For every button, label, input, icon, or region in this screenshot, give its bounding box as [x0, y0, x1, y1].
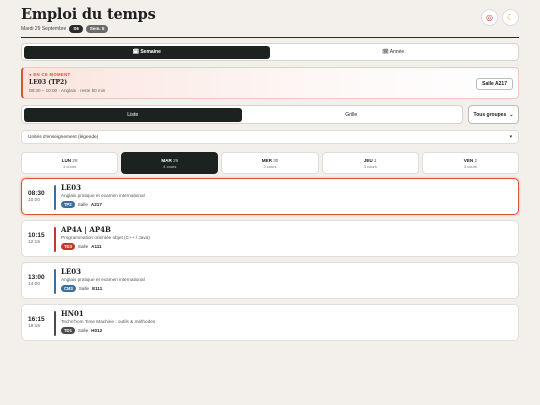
day-tab-tue[interactable]: MAR 29 4 cours	[121, 152, 219, 174]
now-course-code: LE03 (TP2)	[29, 79, 68, 86]
day-name: MER	[261, 157, 272, 163]
day-number: 28	[72, 157, 78, 163]
course-type-tag: TP2	[61, 201, 75, 208]
course-start: 10:15	[28, 232, 45, 239]
course-code: LE03	[61, 183, 81, 192]
group-select[interactable]: Tous groupes ⌄	[468, 105, 519, 124]
day-tab-thu[interactable]: JEU 1 3 cours	[321, 152, 419, 174]
day-count: 3 cours	[263, 163, 277, 169]
room-number: A111	[91, 244, 102, 249]
day-tab-wed[interactable]: MER 30 3 cours	[221, 152, 319, 174]
current-date: Mardi 29 Septembre	[21, 26, 67, 32]
course-code: AP4A | AP4B	[61, 225, 111, 234]
now-room-badge: Salle A217	[476, 78, 513, 90]
course-code: HN01	[61, 309, 84, 318]
day-count: 3 cours	[363, 163, 377, 169]
day-number: 30	[273, 157, 279, 163]
tab-list[interactable]: Liste	[23, 107, 242, 122]
tab-grid[interactable]: Grille	[242, 108, 461, 122]
page-title: Emploi du temps	[21, 6, 156, 23]
course-description: Anglais pratique et examen international	[61, 193, 145, 198]
course-description: Techn'hom Time Machine : outils & méthod…	[61, 319, 156, 324]
semester-badge: Sem. 5	[85, 25, 109, 33]
course-card[interactable]: 13:00 14:00 LE03 Anglais pratique et exa…	[21, 262, 519, 299]
course-end: 19:15	[28, 324, 41, 329]
course-end: 12:15	[28, 240, 41, 245]
course-card[interactable]: 16:15 19:15 HN01 Techn'hom Time Machine …	[21, 304, 519, 341]
chevron-down-icon: ⌄	[509, 111, 514, 118]
day-name: LUN	[61, 157, 72, 163]
page-subtitle: Mardi 29 Septembre S6 Sem. 5	[21, 25, 519, 33]
page-header: Emploi du temps Mardi 29 Septembre S6 Se…	[21, 6, 519, 38]
course-start: 08:30	[28, 190, 45, 197]
current-course-card[interactable]: ● EN CE MOMENT LE03 (TP2) 08:30 – 10:00 …	[21, 67, 519, 99]
course-description: Anglais pratique et examen international	[61, 277, 145, 282]
course-end: 10:00	[28, 198, 41, 203]
week-badge: S6	[69, 25, 83, 33]
theme-toggle-button[interactable]: ☾	[502, 9, 519, 26]
course-card[interactable]: 08:30 10:00 LE03 Anglais pratique et exa…	[21, 178, 519, 215]
room-label: Salle	[77, 244, 89, 249]
course-color-bar	[54, 227, 56, 252]
moon-icon: ☾	[506, 13, 515, 22]
course-type-tag: TD1	[61, 327, 75, 334]
room-number: E111	[92, 286, 103, 291]
tab-week[interactable]: 🗓 Semaine	[23, 45, 270, 59]
course-color-bar	[54, 185, 56, 210]
period-toggle: 🗓 Semaine 🗓 Année	[21, 43, 519, 61]
room-label: Salle	[77, 328, 89, 333]
course-end: 14:00	[28, 282, 41, 287]
day-tab-mon[interactable]: LUN 28 3 cours	[21, 152, 119, 174]
course-card[interactable]: 10:15 12:15 AP4A | AP4B Programmation or…	[21, 220, 519, 257]
now-course-meta: 08:30 – 10:00 · Anglais · reste 50 min	[29, 88, 106, 93]
day-name: JEU	[363, 157, 373, 163]
display-toggle: Liste Grille	[21, 105, 463, 124]
course-code: LE03	[61, 267, 81, 276]
target-button[interactable]: ◎	[481, 9, 498, 26]
course-start: 16:15	[28, 316, 45, 323]
room-number: A217	[90, 202, 102, 207]
day-name: MAR	[161, 157, 172, 163]
room-label: Salle	[78, 286, 90, 291]
course-color-bar	[54, 311, 56, 336]
legend-arrow-icon: ▾	[509, 134, 512, 140]
day-number: 2	[474, 157, 478, 163]
tab-year[interactable]: 🗓 Année	[270, 46, 517, 59]
course-color-bar	[54, 269, 56, 294]
day-count: 3 cours	[63, 163, 77, 169]
room-number: H012	[91, 328, 103, 333]
day-number: 1	[374, 157, 377, 163]
day-count: 4 cours	[163, 163, 177, 169]
now-label: ● EN CE MOMENT	[29, 72, 71, 77]
day-count: 3 cours	[463, 163, 477, 169]
day-number: 29	[173, 157, 179, 163]
legend-accordion[interactable]: Unités d'enseignement (légende) ▾	[21, 130, 519, 144]
day-name: VEN	[463, 157, 474, 163]
target-icon: ◎	[486, 13, 493, 22]
room-label: Salle	[77, 202, 88, 207]
course-start: 13:00	[28, 274, 45, 281]
day-tab-fri[interactable]: VEN 2 3 cours	[421, 152, 520, 174]
course-description: Programmation orientée objet (C++ / Java…	[61, 235, 150, 240]
course-type-tag: TD3	[61, 243, 75, 250]
legend-label: Unités d'enseignement (légende)	[28, 134, 99, 140]
day-selector: LUN 28 3 cours MAR 29 4 cours MER 30 3 c…	[21, 152, 520, 174]
group-select-value: Tous groupes	[473, 111, 507, 118]
course-type-tag: CM3	[61, 285, 76, 292]
